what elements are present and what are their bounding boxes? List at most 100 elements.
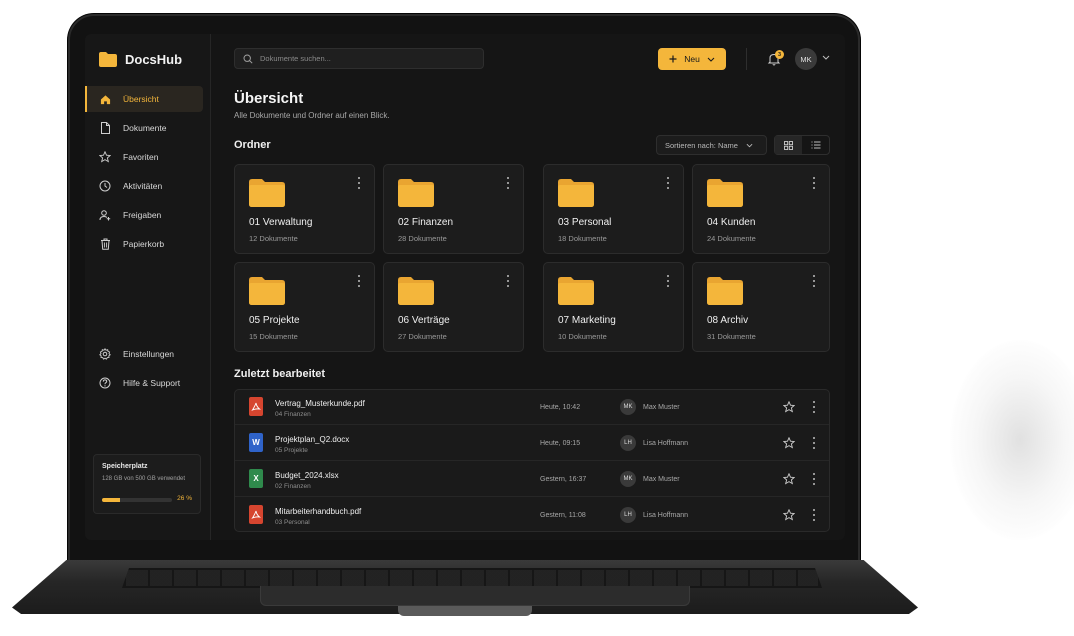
storage-percent: 26 % <box>177 495 192 502</box>
folder-name: 02 Finanzen <box>398 217 454 228</box>
more-options-icon[interactable] <box>811 177 817 189</box>
file-modified: Heute, 10:42 <box>540 404 581 411</box>
folder-card[interactable]: 05 Projekte 15 Dokumente <box>234 262 375 352</box>
main-content: Neu 3 MK Übersicht Alle Dokumente und Or… <box>211 34 845 540</box>
more-options-icon[interactable] <box>356 275 362 287</box>
folder-card[interactable]: 08 Archiv 31 Dokumente <box>692 262 830 352</box>
sidebar-item-papierkorb[interactable]: Papierkorb <box>85 231 203 257</box>
sort-dropdown[interactable]: Sortieren nach: Name <box>656 135 767 155</box>
folder-card[interactable]: 06 Verträge 27 Dokumente <box>383 262 524 352</box>
sidebar-item-einstellungen[interactable]: Einstellungen <box>85 341 203 367</box>
laptop-base <box>12 560 918 620</box>
file-folder: 05 Projekte <box>275 447 308 454</box>
more-options-icon[interactable] <box>505 177 511 189</box>
pdf-file-icon <box>249 505 263 524</box>
folder-card[interactable]: 01 Verwaltung 12 Dokumente <box>234 164 375 254</box>
star-icon[interactable] <box>783 473 795 485</box>
avatar: MK <box>620 399 636 415</box>
search-input[interactable] <box>260 54 460 63</box>
file-name: Mitarbeiterhandbuch.pdf <box>275 507 362 516</box>
background-smudge <box>950 340 1074 540</box>
list-view-button[interactable] <box>802 136 829 154</box>
list-item[interactable]: X Budget_2024.xlsx 02 Finanzen Gestern, … <box>235 462 829 497</box>
search-icon <box>243 53 253 64</box>
sidebar-nav: Übersicht Dokumente Favoriten Aktivitäte… <box>85 86 211 260</box>
folder-count: 10 Dokumente <box>558 332 607 341</box>
laptop-trackpad <box>260 586 690 606</box>
more-options-icon[interactable] <box>665 177 671 189</box>
list-item[interactable]: Vertrag_Musterkunde.pdf 04 Finanzen Heut… <box>235 390 829 425</box>
storage-progress-bar <box>102 498 172 502</box>
word-file-icon: W <box>249 433 263 452</box>
file-modified: Gestern, 16:37 <box>540 476 587 483</box>
new-button-label: Neu <box>684 54 700 64</box>
file-folder: 04 Finanzen <box>275 411 311 418</box>
folder-count: 24 Dokumente <box>707 234 756 243</box>
avatar: MK <box>620 471 636 487</box>
folder-card[interactable]: 07 Marketing 10 Dokumente <box>543 262 684 352</box>
clock-icon <box>99 180 111 192</box>
folder-name: 07 Marketing <box>558 315 616 326</box>
list-item[interactable]: W Projektplan_Q2.docx 05 Projekte Heute,… <box>235 426 829 461</box>
sidebar-bottom-nav: Einstellungen Hilfe & Support <box>85 341 211 399</box>
sidebar-item-label: Papierkorb <box>123 239 165 249</box>
star-icon[interactable] <box>783 509 795 521</box>
more-options-icon[interactable] <box>811 509 817 521</box>
sidebar-item-freigaben[interactable]: Freigaben <box>85 202 203 228</box>
sidebar-item-dokumente[interactable]: Dokumente <box>85 115 203 141</box>
folder-icon <box>398 277 434 305</box>
more-options-icon[interactable] <box>665 275 671 287</box>
star-icon[interactable] <box>783 437 795 449</box>
laptop-mockup: DocsHub Übersicht Dokumente Favoriten Ak… <box>0 0 1074 636</box>
more-options-icon[interactable] <box>505 275 511 287</box>
chevron-down-icon[interactable] <box>822 55 830 60</box>
star-icon[interactable] <box>783 401 795 413</box>
brand[interactable]: DocsHub <box>99 52 182 67</box>
file-user: Max Muster <box>643 476 680 483</box>
more-options-icon[interactable] <box>811 473 817 485</box>
search-bar[interactable] <box>234 48 484 69</box>
sidebar-item-label: Übersicht <box>123 94 159 104</box>
sidebar-item-label: Aktivitäten <box>123 181 163 191</box>
more-options-icon[interactable] <box>811 401 817 413</box>
grid-icon <box>784 140 793 150</box>
folder-icon <box>249 179 285 207</box>
help-icon <box>99 377 111 389</box>
new-button[interactable]: Neu <box>658 48 726 70</box>
folder-name: 08 Archiv <box>707 315 749 326</box>
folder-name: 05 Projekte <box>249 315 300 326</box>
user-avatar[interactable]: MK <box>795 48 817 70</box>
file-modified: Heute, 09:15 <box>540 440 581 447</box>
storage-progress-fill <box>102 498 121 502</box>
avatar: LH <box>620 435 636 451</box>
file-folder: 02 Finanzen <box>275 483 311 490</box>
sidebar-item-aktivitaeten[interactable]: Aktivitäten <box>85 173 203 199</box>
gear-icon <box>99 348 111 360</box>
page-title: Übersicht <box>234 90 304 107</box>
trash-icon <box>99 238 111 250</box>
laptop-keyboard <box>122 568 822 588</box>
plus-icon <box>669 55 677 63</box>
sidebar-item-hilfe[interactable]: Hilfe & Support <box>85 370 203 396</box>
folder-card[interactable]: 03 Personal 18 Dokumente <box>543 164 684 254</box>
sidebar-item-label: Hilfe & Support <box>123 378 181 388</box>
more-options-icon[interactable] <box>811 275 817 287</box>
folder-card[interactable]: 04 Kunden 24 Dokumente <box>692 164 830 254</box>
view-toggle <box>774 135 830 155</box>
sidebar-item-uebersicht[interactable]: Übersicht <box>85 86 203 112</box>
folder-icon <box>707 277 743 305</box>
sidebar-item-favoriten[interactable]: Favoriten <box>85 144 203 170</box>
sort-label: Sortieren nach: Name <box>665 140 738 150</box>
recent-heading: Zuletzt bearbeitet <box>234 368 326 380</box>
folder-count: 31 Dokumente <box>707 332 756 341</box>
list-item[interactable]: Mitarbeiterhandbuch.pdf 03 Personal Gest… <box>235 498 829 531</box>
folder-card[interactable]: 02 Finanzen 28 Dokumente <box>383 164 524 254</box>
page-subtitle: Alle Dokumente und Ordner auf einen Blic… <box>234 111 390 120</box>
grid-view-button[interactable] <box>775 136 802 154</box>
folder-icon <box>249 277 285 305</box>
file-user: Lisa Hoffmann <box>643 512 689 519</box>
star-icon <box>99 151 111 163</box>
more-options-icon[interactable] <box>811 437 817 449</box>
more-options-icon[interactable] <box>356 177 362 189</box>
notification-badge: 3 <box>775 50 784 59</box>
